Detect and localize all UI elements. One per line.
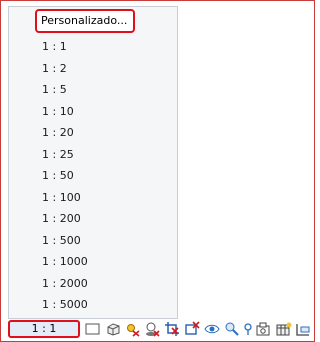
window-frame: Personalizado... 1 : 1 1 : 2 1 : 5 1 : 10 1 … [0, 0, 315, 342]
menu-item-scale[interactable]: 1 : 500 [9, 230, 177, 252]
camera-icon[interactable] [276, 321, 292, 337]
menu-item-scale[interactable]: 1 : 20 [9, 122, 177, 144]
menu-item-scale[interactable]: 1 : 5000 [9, 294, 177, 316]
highlight-displacement-icon[interactable] [256, 321, 272, 337]
menu-item-scale-label: 1 : 500 [42, 233, 81, 247]
sun-path-icon[interactable] [124, 321, 140, 337]
menu-item-scale-label: 1 : 200 [42, 212, 81, 225]
detail-level-icon[interactable] [85, 321, 101, 337]
scale-selector[interactable]: 1 : 1 [8, 320, 80, 338]
menu-item-scale-label: 1 : 20 [42, 126, 74, 139]
menu-item-scale[interactable]: 1 : 50 [9, 165, 177, 187]
worksharing-icon[interactable] [295, 321, 311, 337]
temporary-hide-icon[interactable] [204, 321, 220, 337]
shadows-icon[interactable] [144, 321, 160, 337]
menu-item-scale[interactable]: 1 : 200 [9, 208, 177, 230]
menu-item-scale-label: 1 : 10 [42, 104, 74, 118]
scale-dropdown-menu: Personalizado... 1 : 1 1 : 2 1 : 5 1 : 10 1 … [8, 6, 178, 319]
menu-item-scale-label: 1 : 5000 [42, 298, 88, 311]
view-control-bar: 1 : 1 [4, 319, 314, 341]
menu-item-scale-label: 1 : 1 [42, 40, 67, 53]
menu-item-scale[interactable]: 1 : 5 [9, 79, 177, 101]
menu-item-custom-scale[interactable]: Personalizado... [35, 9, 135, 33]
analytical-model-icon[interactable] [240, 321, 256, 337]
menu-item-scale-label: 1 : 25 [42, 147, 74, 161]
menu-item-scale[interactable]: 1 : 1000 [9, 251, 177, 273]
visual-style-icon[interactable] [105, 321, 121, 337]
menu-item-scale[interactable]: 1 : 2 [9, 58, 177, 80]
reveal-hidden-icon[interactable] [224, 321, 240, 337]
menu-item-scale-label: 1 : 2000 [42, 276, 88, 290]
menu-item-scale[interactable]: 1 : 1 [9, 36, 177, 58]
menu-item-scale[interactable]: 1 : 100 [9, 187, 177, 209]
menu-item-scale[interactable]: 1 : 25 [9, 144, 177, 166]
menu-item-scale-label: 1 : 2 [42, 61, 67, 75]
crop-view-icon[interactable] [164, 321, 180, 337]
menu-item-scale-label: 1 : 50 [42, 169, 74, 182]
show-crop-region-icon[interactable] [184, 321, 200, 337]
menu-item-scale-label: 1 : 5 [42, 83, 67, 96]
menu-item-scale[interactable]: 1 : 10 [9, 101, 177, 123]
menu-item-scale[interactable]: 1 : 2000 [9, 273, 177, 295]
menu-item-scale-label: 1 : 1000 [42, 255, 88, 268]
menu-item-scale-label: 1 : 100 [42, 190, 81, 204]
